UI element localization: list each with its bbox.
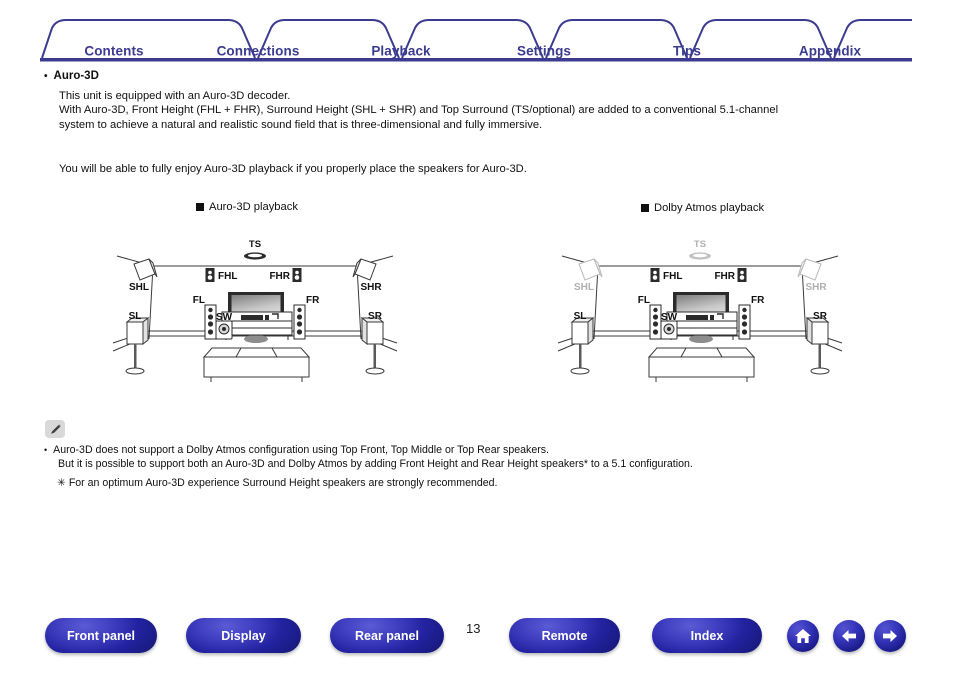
button-forward[interactable] bbox=[874, 620, 906, 652]
home-icon bbox=[795, 629, 811, 643]
button-display[interactable]: Display bbox=[186, 618, 301, 653]
button-remote[interactable]: Remote bbox=[509, 618, 620, 653]
arrow-left-icon bbox=[842, 630, 856, 642]
button-front-panel[interactable]: Front panel bbox=[45, 618, 157, 653]
arrow-right-icon bbox=[883, 630, 897, 642]
button-back[interactable] bbox=[833, 620, 865, 652]
button-rear-panel[interactable]: Rear panel bbox=[330, 618, 444, 653]
button-home[interactable] bbox=[787, 620, 819, 652]
footer-nav: Front panel Display Rear panel Remote In… bbox=[0, 0, 954, 673]
button-index[interactable]: Index bbox=[652, 618, 762, 653]
page-number: 13 bbox=[466, 621, 481, 636]
